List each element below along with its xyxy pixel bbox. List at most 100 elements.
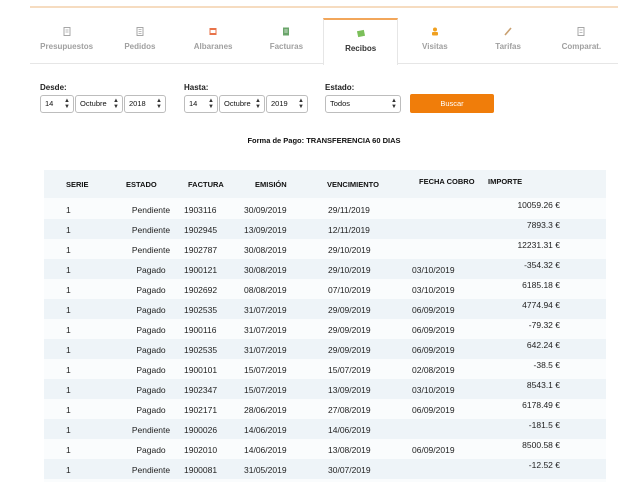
table-row[interactable]: 1 Pagado 1902171 28/06/2019 27/08/2019 06/09/… — [44, 399, 606, 419]
serie-cell: 1 — [66, 245, 71, 255]
tab-tarifas[interactable]: Tarifas — [472, 18, 545, 63]
hasta-month-select[interactable]: Octubre ▲ ▼ — [219, 95, 265, 113]
emision-cell: 28/06/2019 — [244, 405, 287, 415]
estado-cell: Pendiente — [131, 465, 171, 475]
pen-icon — [504, 27, 512, 36]
estado-cell: Pendiente — [131, 225, 171, 235]
factura-cell: 1902945 — [184, 225, 218, 235]
serie-cell: 1 — [66, 305, 71, 315]
document-icon — [63, 27, 71, 36]
list-document-icon — [136, 27, 144, 36]
emision-cell: 31/05/2019 — [244, 465, 287, 475]
emision-cell: 31/07/2019 — [244, 345, 287, 355]
factura-cell: 1902787 — [184, 245, 218, 255]
vencimiento-cell: 14/06/2019 — [328, 425, 371, 435]
vencimiento-cell: 29/09/2019 — [328, 345, 371, 355]
fecha-cobro-cell: 02/08/2019 — [412, 365, 455, 375]
factura-cell: 1902535 — [184, 305, 218, 315]
estado-cell: Pagado — [136, 325, 166, 335]
emision-cell: 30/08/2019 — [244, 245, 287, 255]
column-header[interactable]: IMPORTE — [488, 177, 522, 186]
estado-select[interactable]: Todos ▲ ▼ — [325, 95, 401, 113]
estado-cell: Pagado — [136, 385, 166, 395]
emision-cell: 08/08/2019 — [244, 285, 287, 295]
importe-cell: 6185.18 € — [522, 280, 560, 290]
table-row[interactable]: 1 Pagado 1900116 31/07/2019 29/09/2019 06/09/… — [44, 319, 606, 339]
fecha-cobro-cell: 03/10/2019 — [412, 285, 455, 295]
table-row[interactable]: 1 Pendiente 1900026 14/06/2019 14/06/2019 -18… — [44, 419, 606, 439]
table-row[interactable]: 1 Pagado 1902535 31/07/2019 29/09/2019 06/09/… — [44, 339, 606, 359]
tab-recibos[interactable]: Recibos — [323, 18, 399, 65]
select-arrows-icon: ▲ ▼ — [156, 98, 162, 110]
table-row[interactable]: 1 Pagado 1902010 14/06/2019 13/08/2019 06/09/… — [44, 439, 606, 459]
compare-icon — [577, 27, 585, 36]
column-header[interactable]: FECHA COBRO — [419, 177, 475, 186]
hasta-year-select[interactable]: 2019 ▲ ▼ — [266, 95, 308, 113]
importe-cell: -79.32 € — [528, 320, 560, 330]
factura-cell: 1902692 — [184, 285, 218, 295]
table-row[interactable]: 1 Pendiente 1900081 31/05/2019 30/07/2019 -12… — [44, 459, 606, 479]
estado-cell: Pagado — [136, 405, 166, 415]
table-row[interactable]: 1 Pendiente 1902945 13/09/2019 12/11/2019 789… — [44, 219, 606, 239]
table-row[interactable]: 1 Pagado 1900101 15/07/2019 15/07/2019 02/08/… — [44, 359, 606, 379]
table-row[interactable]: 1 Pagado 1902692 08/08/2019 07/10/2019 03/10/… — [44, 279, 606, 299]
tab-comparat[interactable]: Comparat. — [545, 18, 618, 63]
desde-month-select[interactable]: Octubre ▲ ▼ — [75, 95, 123, 113]
receipt-icon — [356, 29, 365, 38]
importe-cell: 6178.49 € — [522, 400, 560, 410]
tab-presupuestos[interactable]: Presupuestos — [30, 18, 103, 63]
tab-pedidos[interactable]: Pedidos — [103, 18, 176, 63]
desde-year-select[interactable]: 2018 ▲ ▼ — [124, 95, 166, 113]
emision-cell: 30/08/2019 — [244, 265, 287, 275]
serie-cell: 1 — [66, 225, 71, 235]
fecha-cobro-cell: 03/10/2019 — [412, 265, 455, 275]
fecha-cobro-cell: 06/09/2019 — [412, 305, 455, 315]
factura-cell: 1900121 — [184, 265, 218, 275]
top-accent-bar — [30, 6, 618, 8]
select-arrows-icon: ▲ ▼ — [298, 98, 304, 110]
factura-cell: 1902010 — [184, 445, 218, 455]
vencimiento-cell: 29/09/2019 — [328, 305, 371, 315]
column-header[interactable]: SERIE — [66, 180, 89, 189]
serie-cell: 1 — [66, 385, 71, 395]
column-header[interactable]: FACTURA — [188, 180, 224, 189]
factura-cell: 1900026 — [184, 425, 218, 435]
fecha-cobro-cell: 03/10/2019 — [412, 385, 455, 395]
table-row[interactable]: 1 Pendiente 1903116 30/09/2019 29/11/2019 100… — [44, 199, 606, 219]
serie-cell: 1 — [66, 465, 71, 475]
tab-visitas[interactable]: Visitas — [398, 18, 471, 63]
hasta-day-select[interactable]: 14 ▲ ▼ — [184, 95, 218, 113]
importe-cell: -38.5 € — [533, 360, 560, 370]
table-header: SERIE ESTADO FACTURA EMISIÓN VENCIMIENTO FECH… — [44, 170, 606, 198]
vencimiento-cell: 15/07/2019 — [328, 365, 371, 375]
column-header[interactable]: EMISIÓN — [255, 180, 287, 189]
search-button[interactable]: Buscar — [410, 94, 494, 113]
serie-cell: 1 — [66, 325, 71, 335]
importe-cell: 8500.58 € — [522, 440, 560, 450]
table-row[interactable]: 1 Pagado 1902347 15/07/2019 13/09/2019 03/10/… — [44, 379, 606, 399]
serie-cell: 1 — [66, 345, 71, 355]
estado-cell: Pendiente — [131, 245, 171, 255]
serie-cell: 1 — [66, 405, 71, 415]
emision-cell: 15/07/2019 — [244, 365, 287, 375]
table-row[interactable]: 1 Pagado 1900121 30/08/2019 29/10/2019 03/10/… — [44, 259, 606, 279]
tab-facturas[interactable]: Facturas — [250, 18, 323, 63]
vencimiento-cell: 30/07/2019 — [328, 465, 371, 475]
filter-bar: Desde: 14 ▲ ▼ Octubre ▲ ▼ 2018 ▲ ▼ Hasta: 14 ▲ ▼… — [40, 82, 620, 122]
vencimiento-cell: 27/08/2019 — [328, 405, 371, 415]
table-row[interactable]: 1 Pendiente 1902787 30/08/2019 29/10/2019 122… — [44, 239, 606, 259]
select-arrows-icon: ▲ ▼ — [391, 98, 397, 110]
estado-cell: Pagado — [136, 305, 166, 315]
table-row[interactable]: 1 Pagado 1902535 31/07/2019 29/09/2019 06/09/… — [44, 299, 606, 319]
vencimiento-cell: 29/10/2019 — [328, 265, 371, 275]
estado-cell: Pagado — [136, 285, 166, 295]
column-header[interactable]: VENCIMIENTO — [327, 180, 379, 189]
delivery-note-icon — [209, 28, 217, 35]
desde-day-select[interactable]: 14 ▲ ▼ — [40, 95, 74, 113]
fecha-cobro-cell: 06/09/2019 — [412, 405, 455, 415]
tab-label: Pedidos — [124, 42, 156, 51]
vencimiento-cell: 13/08/2019 — [328, 445, 371, 455]
tab-albaranes[interactable]: Albaranes — [177, 18, 250, 63]
column-header[interactable]: ESTADO — [126, 180, 157, 189]
vencimiento-cell: 29/09/2019 — [328, 325, 371, 335]
